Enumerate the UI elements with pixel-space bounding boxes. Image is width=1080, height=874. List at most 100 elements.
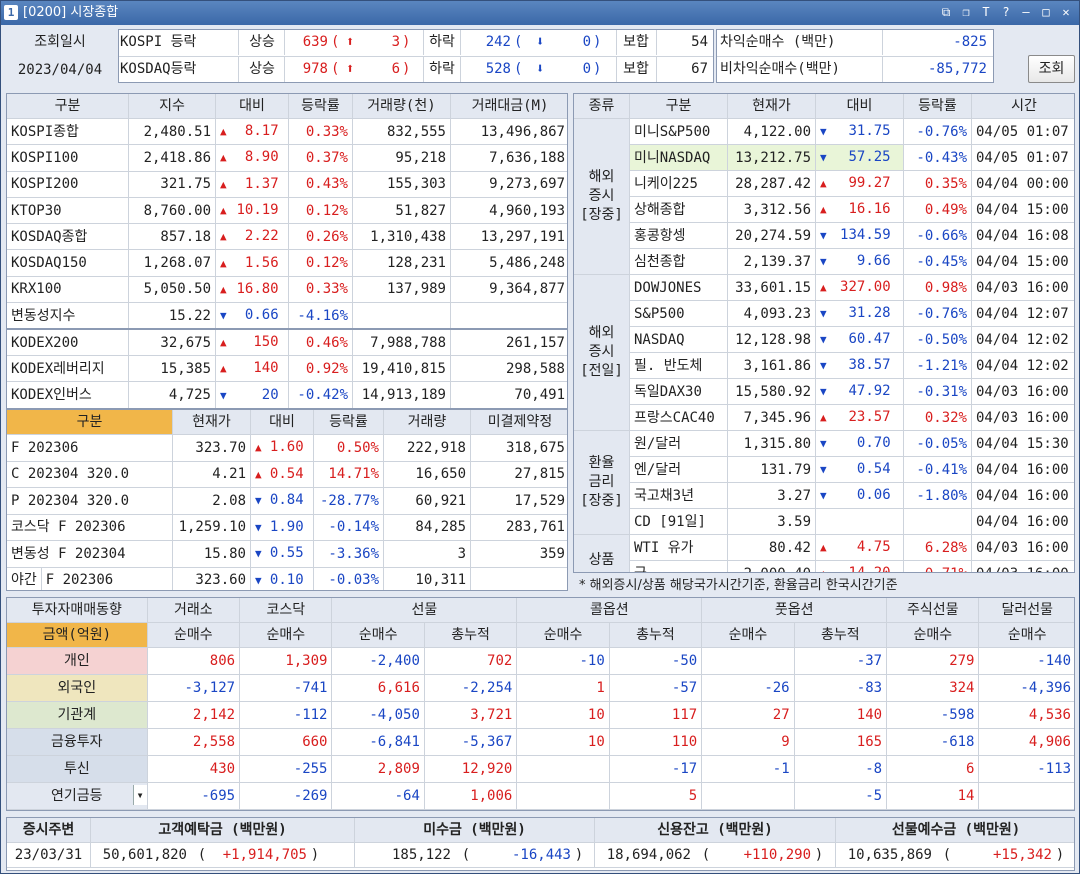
global-rate: 0.71% (903, 560, 972, 572)
investor-row[interactable]: 금융투자 2,558 660 -6,841 -5,367 10 110 9 165 -618 4,9… (7, 728, 1074, 756)
kospi-down-label: 하락 (429, 34, 455, 50)
futures-name-text: P 202304 320.0 (11, 492, 130, 509)
investor-value: -3,127 (146, 674, 241, 702)
index-amount: 9,364,877 (450, 275, 567, 304)
up-triangle-icon: ▲ (820, 203, 827, 216)
font-size-icon[interactable]: T (979, 4, 993, 20)
index-row[interactable]: KOSPI100 2,418.86 ▲ 8.90 0.37% 95,218 7,636,18… (7, 144, 567, 172)
futures-row[interactable]: C 202304 320.0 4.21 ▲ 0.54 14.71% 16,650 27,81… (7, 460, 567, 488)
maximize-icon[interactable]: □ (1039, 4, 1053, 20)
investor-row[interactable]: 개인 806 1,309 -2,400 702 -10 -50 -37 279 -140 (7, 647, 1074, 675)
investor-row[interactable]: 외국인 -3,127 -741 6,616 -2,254 1 -57 -26 -83 324 -4,… (7, 674, 1074, 702)
close-icon[interactable]: ✕ (1059, 4, 1073, 20)
futures-row[interactable]: P 202304 320.0 2.08 ▼ 0.84 -28.77% 60,921 17,5… (7, 487, 567, 515)
global-row[interactable]: 환율 금리 [장중] 원/달러 1,315.80 ▼ 0.70 -0.05% 04/04 1… (574, 430, 1074, 535)
investor-value: 12,920 (423, 755, 518, 783)
minimize-icon[interactable]: – (1019, 4, 1033, 20)
investor-value: 1,309 (239, 647, 333, 675)
investor-value (516, 782, 610, 810)
deposit-change: -16,443 (511, 847, 571, 863)
global-row[interactable]: 홍콩항셍 20,274.59 ▼ 134.59 -0.66% 04/04 16:08 (574, 222, 1074, 249)
help-icon[interactable]: ? (999, 4, 1013, 20)
index-row[interactable]: KRX100 5,050.50 ▲ 16.80 0.33% 137,989 9,364,87… (7, 275, 567, 304)
global-row[interactable]: 프랑스CAC40 7,345.96 ▲ 23.57 0.32% 04/03 16:00 (574, 404, 1074, 431)
index-value: 2,418.86 (128, 144, 216, 172)
futures-row[interactable]: 야간 F 202306 323.60 ▼ 0.10 -0.03% 10,311 (7, 566, 567, 590)
index-row[interactable]: KODEX인버스 4,725 ▼ 20 -0.42% 14,913,189 70,491 (7, 381, 567, 408)
global-change-value: 4.75 (856, 539, 891, 555)
futures-volume: 84,285 (383, 513, 471, 541)
deposit-header-4: 선물예수금 (백만원) (835, 818, 1074, 843)
global-row[interactable]: 미니NASDAQ 13,212.75 ▼ 57.25 -0.43% 04/05 01:07 (574, 144, 1074, 171)
paren: ) (402, 61, 411, 77)
link-icon[interactable]: ⧉ (939, 4, 953, 20)
global-row[interactable]: 심천종합 2,139.37 ▼ 9.66 -0.45% 04/04 15:00 (574, 248, 1074, 275)
index-row[interactable]: KOSPI종합 2,480.51 ▲ 8.17 0.33% 832,555 13,496,8… (7, 117, 567, 146)
kospi-upper-count: 3 (391, 34, 400, 50)
index-row[interactable]: KTOP30 8,760.00 ▲ 10.19 0.12% 51,827 4,960,193 (7, 196, 567, 225)
down-triangle-icon: ▼ (820, 385, 827, 398)
futures-row[interactable]: F 202306 323.70 ▲ 1.60 0.50% 222,918 318,675 (7, 434, 567, 462)
up-triangle-icon: ▲ (820, 177, 827, 190)
index-change: ▲ 10.19 (215, 196, 289, 225)
global-row[interactable]: 금2,000.40 ▲ 14.20 0.71%04/03 16:00 (574, 560, 1074, 572)
index-row[interactable]: KODEX200 32,675 ▲ 150 0.46% 7,988,788 261,157 (7, 328, 567, 357)
investor-row[interactable]: 연기금등 ▾ -695 -269 -64 1,006 5 -5 14 (7, 782, 1074, 810)
global-value: 131.79 (727, 456, 816, 483)
global-row[interactable]: 독일DAX30 15,580.92 ▼ 47.92 -0.31% 04/03 16:00 (574, 378, 1074, 405)
divider (119, 56, 713, 57)
global-change: ▼ 31.28 (815, 300, 904, 327)
global-row[interactable]: 엔/달러 131.79 ▼ 0.54 -0.41% 04/04 16:00 (574, 456, 1074, 483)
investor-value: 6 (886, 755, 980, 783)
global-rate: -0.45% (903, 248, 972, 275)
index-row[interactable]: KOSDAQ150 1,268.07 ▲ 1.56 0.12% 128,231 5,486,… (7, 249, 567, 277)
global-row[interactable]: CD [91일] 3.59 04/04 16:00 (574, 508, 1074, 535)
futures-oi: 17,529 (470, 487, 567, 515)
index-row[interactable]: KODEX레버리지 15,385 ▲ 140 0.92% 19,410,815 298,58… (7, 355, 567, 383)
index-rate: 0.43% (288, 170, 353, 198)
investor-row[interactable]: 기관계 2,142 -112 -4,050 3,721 10 117 27 140 -598 4,5… (7, 701, 1074, 729)
global-row[interactable]: 국고채3년 3.27 ▼ 0.06 -1.80% 04/04 16:00 (574, 482, 1074, 509)
investor-trend-panel: 투자자매매동향 거래소 코스닥 선물 콜옵션 풋옵션 주식선물 달러선물 금액(억원) 순매수 순매… (6, 597, 1075, 811)
futures-change: ▼ 0.10 (250, 566, 314, 590)
global-value: 2,000.40 (727, 560, 816, 572)
copy-window-icon[interactable]: ❐ (959, 4, 973, 20)
investor-row[interactable]: 투신 430 -255 2,809 12,920 -17 -1 -8 6 -113 (7, 755, 1074, 783)
futures-rate: -28.77% (313, 487, 384, 515)
deposit-table: 증시주변 고객예탁금 (백만원) 미수금 (백만원) 신용잔고 (백만원) 선물예수금 … (7, 818, 1074, 868)
global-value: 3,161.86 (727, 352, 816, 379)
query-button[interactable]: 조회 (1028, 55, 1075, 83)
dropdown-arrow-icon[interactable]: ▾ (132, 785, 147, 805)
index-row[interactable]: KOSDAQ종합 857.18 ▲ 2.22 0.26% 1,310,438 13,297,… (7, 223, 567, 251)
global-row[interactable]: 해외 증시 [장중] 미니S&P500 4,122.00 ▼ 31.75 -0.76% 04… (574, 118, 1074, 275)
global-row[interactable]: 니케이225 28,287.42 ▲ 99.27 0.35% 04/04 00:00 (574, 170, 1074, 197)
global-change: ▼ 60.47 (815, 326, 904, 353)
nonarb-value: -85,772 (927, 61, 987, 77)
global-change: ▲ 14.20 (815, 560, 904, 572)
global-row[interactable]: NASDAQ 12,128.98 ▼ 60.47 -0.50% 04/04 12:02 (574, 326, 1074, 353)
index-row[interactable]: 변동성지수 15.22 ▼ 0.66 -4.16% (7, 302, 567, 330)
futures-row[interactable]: 코스닥 F 202306 1,259.10 ▼ 1.90 -0.14% 84,285 283… (7, 513, 567, 541)
futures-header-5: 미결제약정 (470, 410, 567, 435)
global-row[interactable]: 해외 증시 [전일] DOWJONES 33,601.15 ▲ 327.00 0.98% 0… (574, 274, 1074, 431)
index-change: ▲ 2.22 (215, 223, 289, 251)
arb-value: -825 (953, 34, 987, 50)
investor-group-2: 선물 (331, 598, 518, 623)
global-row[interactable]: 상품 WTI 유가 80.42 ▲ 4.75 6.28% 04/03 16:00 (574, 534, 1074, 572)
global-row[interactable]: 상해종합 3,312.56 ▲ 16.16 0.49% 04/04 15:00 (574, 196, 1074, 223)
futures-change-value: 0.84 (269, 492, 304, 509)
index-rate: 0.33% (288, 275, 353, 304)
global-change-value: 31.75 (848, 123, 891, 139)
index-rate: 0.46% (288, 328, 353, 357)
index-rate: 0.12% (288, 249, 353, 277)
futures-oi: 359 (470, 540, 567, 568)
global-row[interactable]: 필. 반도체 3,161.86 ▼ 38.57 -1.21% 04/04 12:02 (574, 352, 1074, 379)
investor-name[interactable]: 연기금등 ▾ (7, 782, 148, 810)
global-change-value: 134.59 (840, 227, 891, 243)
futures-row[interactable]: 변동성 F 202304 15.80 ▼ 0.55 -3.36% 3 359 (7, 540, 567, 568)
investor-name-text: 금융투자 (51, 734, 103, 750)
global-row[interactable]: S&P500 4,093.23 ▼ 31.28 -0.76% 04/04 12:07 (574, 300, 1074, 327)
index-row[interactable]: KOSPI200 321.75 ▲ 1.37 0.43% 155,303 9,273,697 (7, 170, 567, 198)
up-triangle-icon: ▲ (820, 411, 827, 424)
investor-value (516, 755, 610, 783)
